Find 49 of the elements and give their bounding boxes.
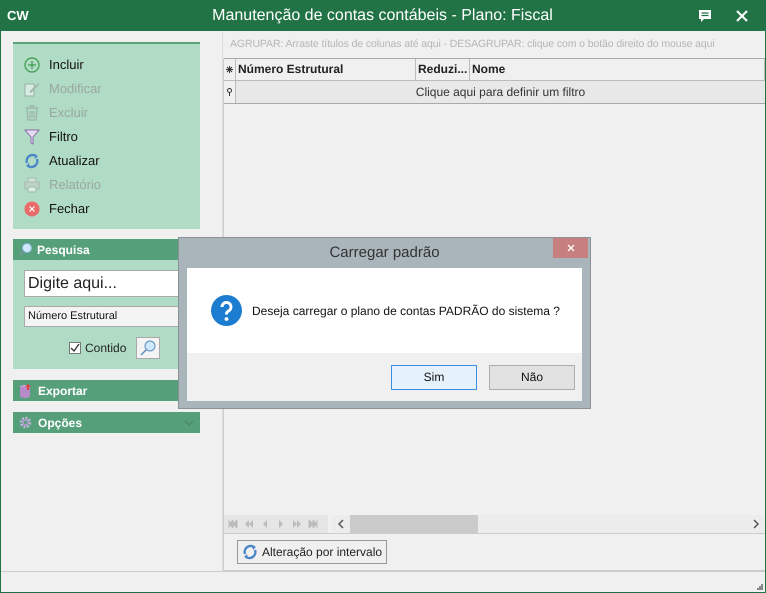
dialog-button[interactable]: Sim <box>391 364 477 390</box>
scroll-right-icon[interactable] <box>752 519 760 529</box>
scroll-left-icon[interactable] <box>337 519 345 529</box>
dialog-title: Carregar padrão <box>328 242 441 263</box>
search-icon <box>140 340 156 356</box>
printer-icon <box>24 177 40 193</box>
chat-icon[interactable] <box>698 9 712 23</box>
filter-row[interactable]: Clique aqui para definir um filtro <box>236 81 765 103</box>
plus-circle-icon <box>24 57 40 73</box>
checkbox[interactable] <box>69 342 81 354</box>
last-icon[interactable] <box>308 520 318 528</box>
first-icon[interactable] <box>228 520 238 528</box>
column-header[interactable]: Nome <box>470 59 765 80</box>
close-icon <box>24 201 40 217</box>
database-icon <box>19 384 32 398</box>
close-button[interactable] <box>553 238 588 258</box>
refresh-icon <box>24 153 40 169</box>
rewind-icon[interactable] <box>244 520 254 528</box>
action-item[interactable]: Incluir <box>13 53 200 77</box>
horizontal-scrollbar[interactable] <box>332 515 765 533</box>
interval-button[interactable]: Alteração por intervalo <box>237 540 388 564</box>
column-header[interactable]: Reduzi... <box>416 59 470 80</box>
next-icon[interactable] <box>276 520 286 528</box>
action-item[interactable]: Atualizar <box>13 149 200 173</box>
dialog-message: Deseja carregar o plano de contas PADRÃO do sistema ? <box>252 302 560 320</box>
gear-icon <box>19 416 32 429</box>
search-button[interactable] <box>136 337 160 359</box>
scroll-thumb[interactable] <box>350 515 478 533</box>
group-hint: AGRUPAR: Arraste títulos de colunas até aqui - DESAGRUPAR: clique com o botão direito do mouse aqui <box>229 37 716 52</box>
close-icon <box>566 244 574 252</box>
forward-icon[interactable] <box>292 520 302 528</box>
action-item[interactable]: Filtro <box>13 125 200 149</box>
search-icon <box>19 243 32 256</box>
funnel-icon <box>24 129 40 145</box>
action-item[interactable]: Fechar <box>13 197 200 221</box>
refresh-icon <box>242 544 258 560</box>
record-navigator[interactable] <box>224 515 328 533</box>
window-title: Manutenção de contas contábeis - Plano: Fiscal <box>211 6 554 26</box>
app-logo: CW <box>7 7 27 26</box>
close-icon[interactable] <box>736 10 748 22</box>
column-header[interactable]: Número Estrutural <box>236 59 416 80</box>
pencil-icon <box>24 81 40 97</box>
section-title: Pesquisa <box>37 242 90 258</box>
pin-icon <box>227 88 232 96</box>
resize-grip-icon[interactable] <box>757 584 763 590</box>
checkbox-label: Contido <box>85 340 126 357</box>
question-icon <box>211 295 242 326</box>
trash-icon <box>24 105 40 121</box>
dialog-button[interactable]: Não <box>489 364 575 390</box>
